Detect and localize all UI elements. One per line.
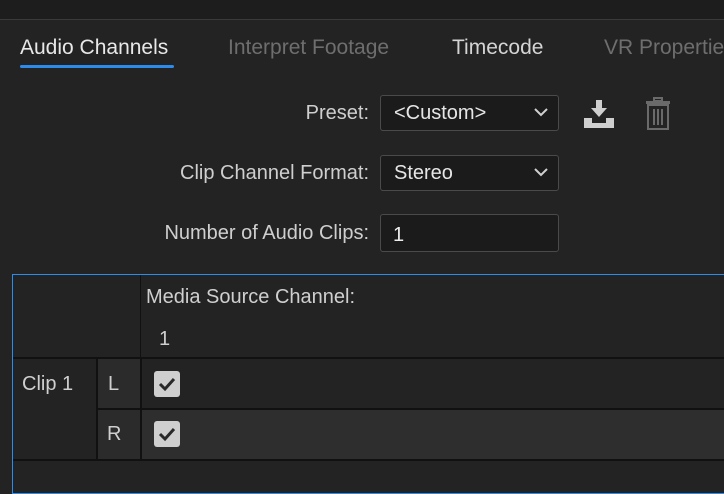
- tab-vr-properties[interactable]: VR Properties: [604, 36, 724, 60]
- checkmark-icon: [158, 377, 176, 392]
- checkbox-r-source-1[interactable]: [154, 421, 180, 447]
- number-of-audio-clips-input[interactable]: 1: [380, 214, 559, 252]
- clip-channel-format-value: Stereo: [394, 162, 453, 184]
- grid-divider: [13, 459, 724, 461]
- tab-audio-channels[interactable]: Audio Channels: [20, 36, 168, 60]
- number-of-audio-clips-value: 1: [393, 224, 405, 246]
- grid-divider: [97, 408, 724, 410]
- number-of-audio-clips-label: Number of Audio Clips:: [164, 222, 369, 244]
- preset-label: Preset:: [305, 102, 369, 124]
- preset-value: <Custom>: [394, 102, 487, 124]
- tab-timecode[interactable]: Timecode: [452, 36, 543, 60]
- clip-channel-format-label: Clip Channel Format:: [180, 162, 369, 184]
- grid-divider: [140, 275, 141, 357]
- checkmark-icon: [158, 427, 176, 442]
- channel-mapping-grid: Media Source Channel: 1 Clip 1 L R: [12, 274, 724, 494]
- chevron-down-icon: [534, 108, 548, 117]
- media-source-channel-header: Media Source Channel:: [146, 286, 356, 308]
- channel-l-label: L: [108, 373, 120, 395]
- source-channel-column-1: 1: [159, 328, 171, 350]
- download-icon: [584, 100, 614, 128]
- trash-icon: [646, 97, 670, 130]
- tab-interpret-footage[interactable]: Interpret Footage: [228, 36, 389, 60]
- save-preset-button[interactable]: [582, 99, 616, 134]
- clip-1-label: Clip 1: [22, 373, 74, 395]
- checkbox-l-source-1[interactable]: [154, 371, 180, 397]
- preset-dropdown[interactable]: <Custom>: [380, 95, 559, 131]
- top-panel-edge: [0, 0, 724, 20]
- delete-preset-button[interactable]: [644, 97, 672, 136]
- clip-channel-format-dropdown[interactable]: Stereo: [380, 155, 559, 191]
- chevron-down-icon: [534, 168, 548, 177]
- channel-r-label: R: [107, 423, 122, 445]
- active-tab-indicator: [20, 65, 174, 68]
- table-row: [141, 409, 724, 459]
